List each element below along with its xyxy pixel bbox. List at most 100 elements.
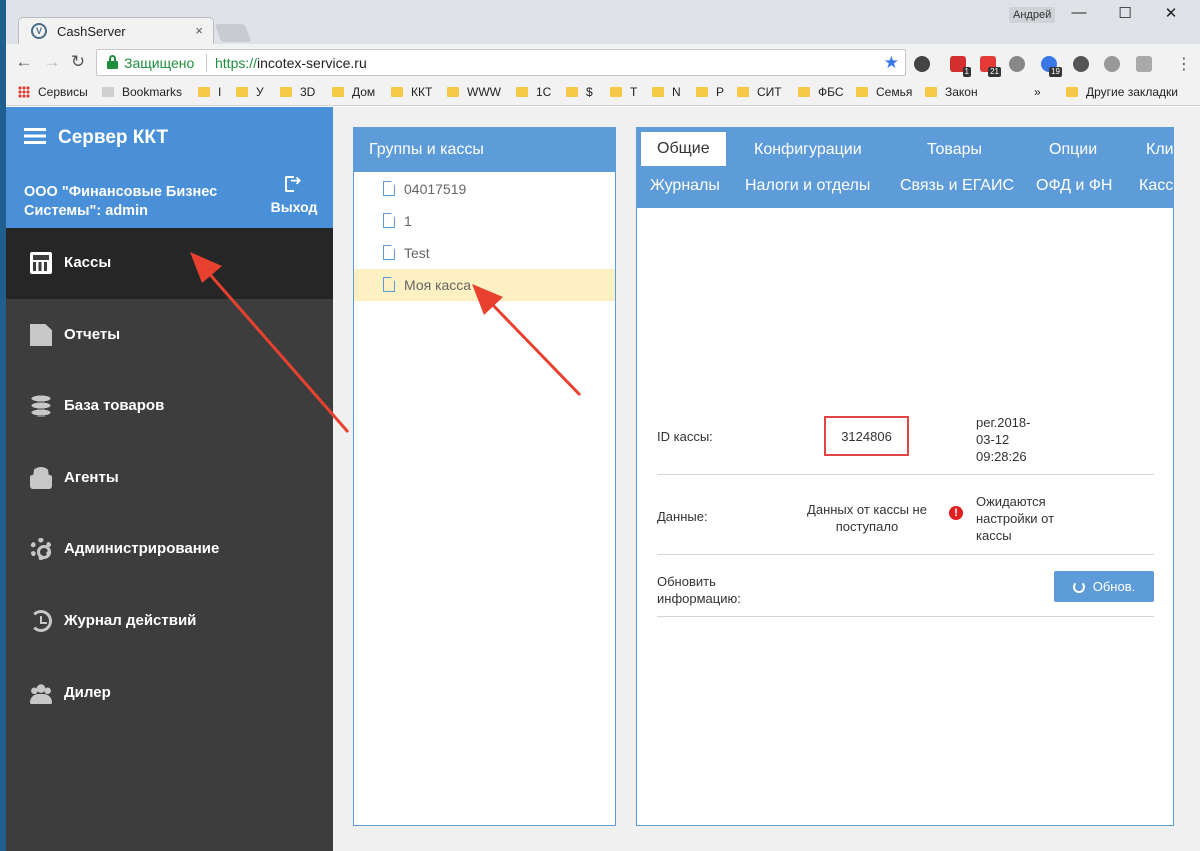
minimize-button[interactable]: —	[1064, 4, 1094, 21]
profile-name[interactable]: Андрей	[1009, 7, 1056, 23]
list-item[interactable]: 04017519	[354, 173, 615, 205]
tab-taxes[interactable]: Налоги и отделы	[745, 177, 870, 195]
back-arrow-icon[interactable]: ←	[14, 52, 34, 72]
divider	[657, 554, 1154, 555]
extension-icon-1[interactable]: 1	[950, 56, 971, 77]
sidebar-item-administration[interactable]: Администрирование	[6, 514, 333, 585]
tab-products[interactable]: Товары	[927, 141, 982, 159]
bookmark-folder[interactable]: Закон	[925, 85, 978, 99]
bookmark-folder[interactable]: Семья	[856, 85, 912, 99]
tab-configurations[interactable]: Конфигурации	[754, 141, 862, 159]
evernote-extension-icon[interactable]	[914, 56, 930, 72]
bookmark-folder[interactable]: ФБС	[798, 85, 844, 99]
tab-ofd[interactable]: ОФД и ФН	[1036, 177, 1112, 195]
bookmark-folder[interactable]: ККТ	[391, 85, 432, 99]
title-bar: V CashServer × Андрей — ☐ ✕	[6, 0, 1200, 44]
close-window-button[interactable]: ✕	[1156, 4, 1186, 22]
bookmark-folder[interactable]: Дом	[332, 85, 375, 99]
bookmark-folder[interactable]: У	[236, 85, 264, 99]
ball-extension-icon[interactable]	[1073, 56, 1089, 72]
list-item[interactable]: Test	[354, 237, 615, 269]
sidebar-item-reports[interactable]: Отчеты	[6, 300, 333, 371]
bookmark-folder[interactable]: N	[652, 85, 681, 99]
list-item-label: 04017519	[404, 181, 467, 197]
sidebar-item-label: Администрирование	[64, 540, 220, 557]
sidebar-item-kassy[interactable]: Кассы	[6, 228, 333, 299]
forward-arrow-icon[interactable]: →	[42, 52, 62, 72]
list-item-label: 1	[404, 213, 412, 229]
bookmark-folder[interactable]: Т	[610, 85, 637, 99]
maximize-button[interactable]: ☐	[1110, 4, 1140, 22]
sidebar: Сервер ККТ ООО "Финансовые Бизнес Систем…	[6, 107, 333, 851]
folder-icon	[610, 87, 622, 97]
sidebar-item-label: Агенты	[64, 469, 119, 486]
sidebar-item-label: База товаров	[64, 397, 165, 414]
bookmark-folder[interactable]: $	[566, 85, 593, 99]
folder-icon	[280, 87, 292, 97]
bookmark-folder[interactable]: WWW	[447, 85, 501, 99]
sidebar-item-products[interactable]: База товаров	[6, 371, 333, 442]
list-item-label: Test	[404, 245, 430, 261]
brand-title[interactable]: Сервер ККТ	[24, 127, 168, 149]
power-extension-icon[interactable]	[1009, 56, 1025, 72]
extension-icon-2[interactable]: 19	[1041, 56, 1062, 77]
globe-extension-icon[interactable]	[1104, 56, 1120, 72]
bookmark-star-icon[interactable]: ★	[884, 53, 899, 73]
tab-close-icon[interactable]: ×	[195, 23, 203, 38]
bookmark-folder[interactable]: I	[198, 85, 221, 99]
organization-user: ООО "Финансовые Бизнес Системы": admin	[24, 184, 218, 219]
cashbox-id-value: 3124806	[824, 416, 909, 456]
bookmark-apps[interactable]: Сервисы	[18, 85, 88, 99]
tab-cashier[interactable]: Касс	[1139, 177, 1173, 195]
bookmark-folder[interactable]: СИТ	[737, 85, 782, 99]
details-tabs: Общие Конфигурации Товары Опции Кли Журн…	[637, 128, 1173, 208]
sidebar-item-agents[interactable]: Агенты	[6, 443, 333, 514]
bookmark-folder[interactable]: Р	[696, 85, 724, 99]
file-icon	[383, 245, 395, 260]
bookmark-item[interactable]: Bookmarks	[102, 85, 182, 99]
browser-window: V CashServer × Андрей — ☐ ✕ ← → ↻ Защище…	[6, 0, 1200, 851]
awaiting-settings-text: Ожидаются настройки от кассы	[976, 494, 1055, 543]
tab-journals[interactable]: Журналы	[650, 177, 720, 195]
list-item-selected[interactable]: Моя касса	[354, 269, 615, 301]
folder-icon	[696, 87, 708, 97]
browser-tab[interactable]: V CashServer ×	[18, 17, 214, 44]
sidebar-item-label: Отчеты	[64, 326, 121, 343]
sidebar-item-label: Дилер	[64, 684, 111, 701]
sidebar-item-action-log[interactable]: Журнал действий	[6, 586, 333, 657]
refresh-button[interactable]: Обнов.	[1054, 571, 1154, 602]
lock-icon	[107, 55, 118, 69]
refresh-icon	[1072, 581, 1085, 593]
apps-grid-icon	[18, 86, 30, 98]
bookmark-folder[interactable]: 3D	[280, 85, 315, 99]
tab-general[interactable]: Общие	[641, 132, 726, 166]
details-panel: Общие Конфигурации Товары Опции Кли Журн…	[636, 127, 1174, 826]
registration-date: рег.2018-03-12 09:28:26	[976, 415, 1031, 464]
logout-button[interactable]: Выход	[268, 172, 320, 215]
list-item[interactable]: 1	[354, 205, 615, 237]
divider	[657, 474, 1154, 475]
todoist-extension-icon[interactable]: 21	[980, 56, 1001, 77]
agent-icon	[30, 467, 52, 489]
folder-icon	[391, 87, 403, 97]
sidebar-item-dealer[interactable]: Дилер	[6, 658, 333, 729]
groups-panel: Группы и кассы 04017519 1 Test Моя касса	[353, 127, 616, 826]
address-bar[interactable]: Защищено https://incotex-service.ru ★	[96, 49, 906, 76]
browser-menu-icon[interactable]: ⋮	[1176, 54, 1192, 74]
hamburger-menu-icon[interactable]	[24, 128, 46, 144]
tab-options[interactable]: Опции	[1049, 141, 1097, 159]
address-separator	[206, 54, 207, 72]
other-bookmarks-folder[interactable]: Другие закладки	[1066, 85, 1178, 99]
tab-communication[interactable]: Связь и ЕГАИС	[900, 177, 1014, 195]
bookmarks-overflow-button[interactable]: »	[1034, 85, 1041, 99]
folder-icon	[652, 87, 664, 97]
groups-panel-title: Группы и кассы	[354, 128, 615, 172]
extension-icon-3[interactable]	[1136, 56, 1152, 72]
folder-icon	[447, 87, 459, 97]
gear-icon	[30, 538, 52, 560]
bookmark-folder[interactable]: 1С	[516, 85, 551, 99]
reload-icon[interactable]: ↻	[68, 52, 88, 72]
cashserver-favicon-icon: V	[31, 23, 47, 39]
tab-clients[interactable]: Кли	[1146, 141, 1173, 159]
new-tab-button[interactable]	[214, 24, 252, 42]
